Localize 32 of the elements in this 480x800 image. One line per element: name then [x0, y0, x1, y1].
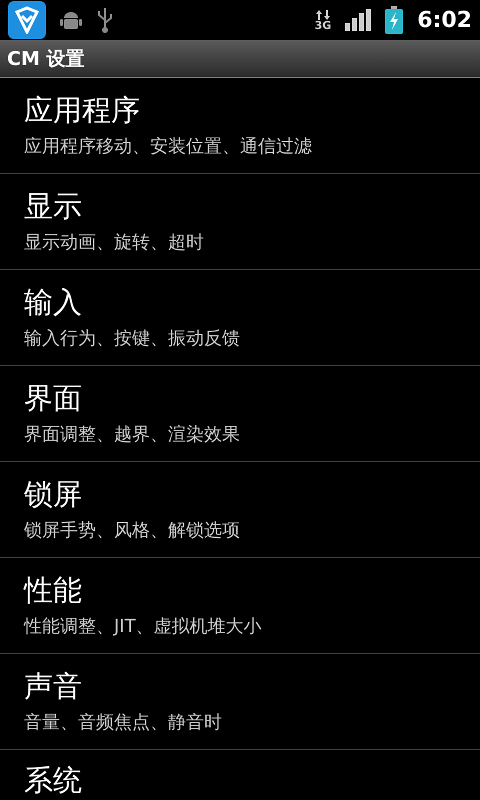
data-arrows-icon	[314, 10, 331, 20]
settings-item[interactable]: 锁屏 锁屏手势、风格、解锁选项	[0, 462, 480, 558]
usb-icon	[96, 6, 114, 34]
battery-charging-icon	[385, 6, 404, 34]
settings-item[interactable]: 显示 显示动画、旋转、超时	[0, 174, 480, 270]
item-summary: 音量、音频焦点、静音时	[24, 711, 222, 734]
item-summary: 应用程序移动、安装位置、通信过滤	[24, 135, 312, 158]
item-summary: 性能调整、JIT、虚拟机堆大小	[24, 615, 262, 638]
item-title: 显示	[24, 188, 82, 224]
settings-item[interactable]: 系统	[0, 750, 480, 798]
settings-item[interactable]: 应用程序 应用程序移动、安装位置、通信过滤	[0, 78, 480, 174]
screen-title: CM 设置	[7, 46, 84, 72]
item-summary: 界面调整、越界、渲染效果	[24, 423, 240, 446]
item-title: 界面	[24, 380, 82, 416]
item-title: 声音	[24, 668, 82, 704]
settings-item[interactable]: 界面 界面调整、越界、渲染效果	[0, 366, 480, 462]
item-summary: 输入行为、按键、振动反馈	[24, 327, 240, 350]
item-title: 系统	[24, 762, 82, 798]
item-title: 性能	[24, 572, 82, 608]
network-type: 3G	[314, 20, 332, 30]
signal-icon	[345, 9, 372, 31]
item-title: 应用程序	[24, 92, 140, 128]
item-title: 输入	[24, 284, 82, 320]
clock: 6:02	[417, 8, 472, 32]
android-icon	[60, 10, 82, 30]
settings-item[interactable]: 性能 性能调整、JIT、虚拟机堆大小	[0, 558, 480, 654]
item-summary: 显示动画、旋转、超时	[24, 231, 204, 254]
settings-item[interactable]: 输入 输入行为、按键、振动反馈	[0, 270, 480, 366]
shield-app-icon	[8, 1, 46, 39]
settings-item[interactable]: 声音 音量、音频焦点、静音时	[0, 654, 480, 750]
item-summary: 锁屏手势、风格、解锁选项	[24, 519, 240, 542]
item-title: 锁屏	[24, 476, 82, 512]
